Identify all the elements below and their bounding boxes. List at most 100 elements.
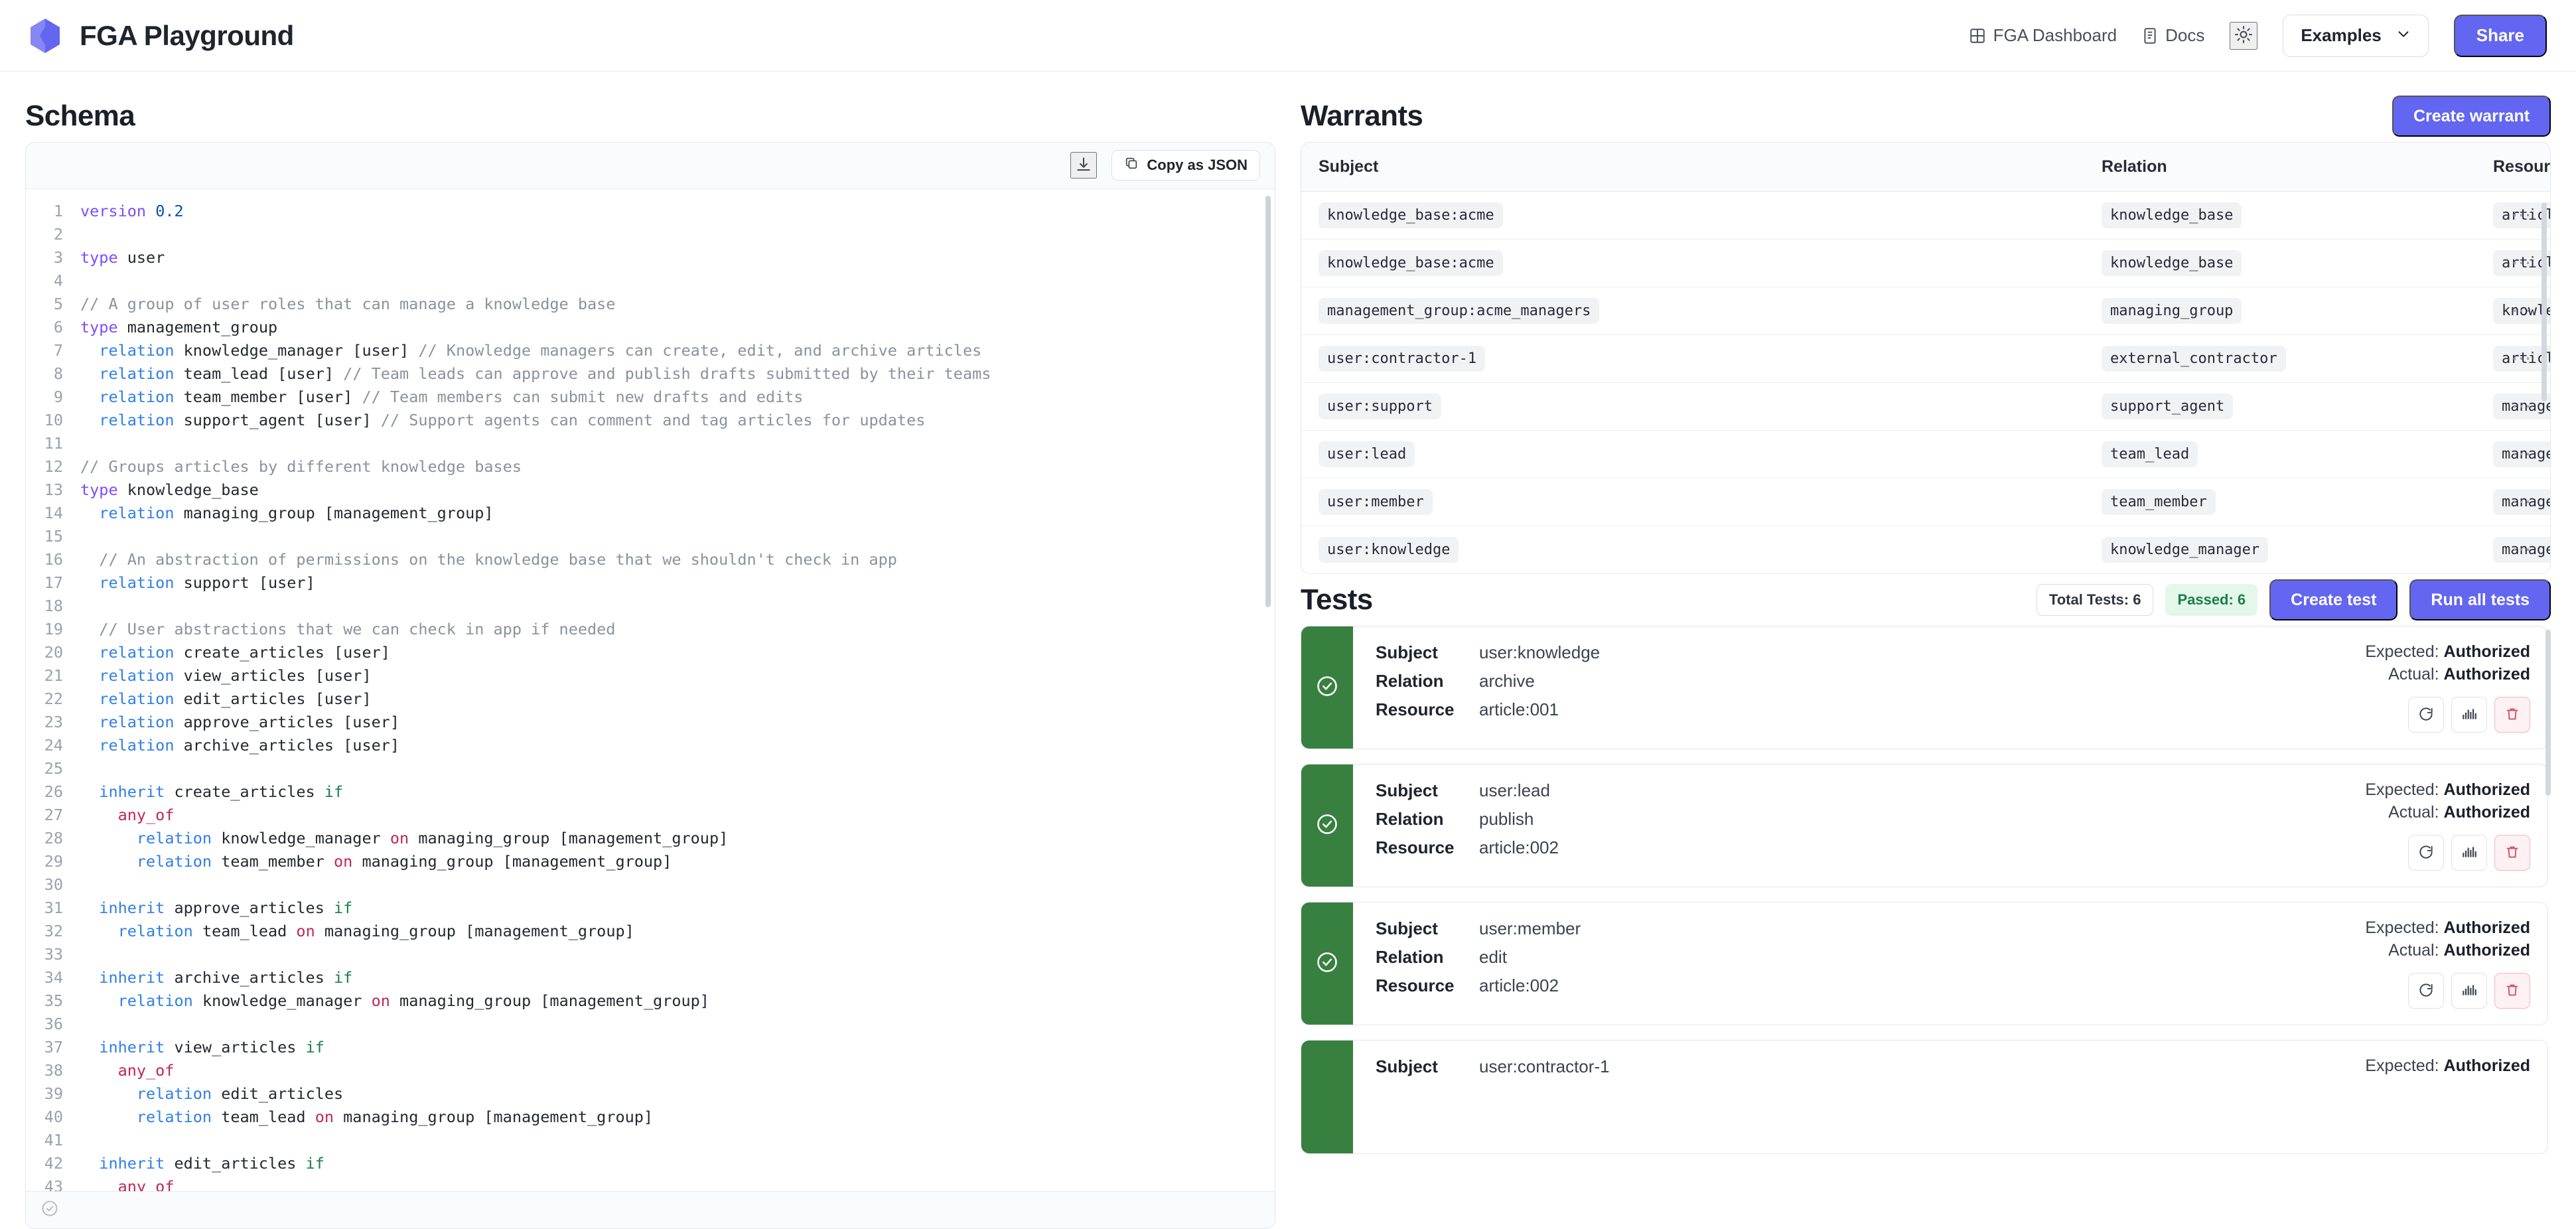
code-line: 26 inherit create_articles if	[26, 780, 1275, 804]
line-number: 40	[44, 1107, 63, 1126]
test-status-bar	[1301, 903, 1353, 1025]
warrant-cell-subject: user:contractor-1	[1301, 334, 2084, 383]
view-graph-button[interactable]	[2451, 973, 2488, 1009]
docs-link[interactable]: Docs	[2142, 25, 2204, 46]
value-pill: management_group:acme_managers	[1319, 298, 1600, 324]
table-row[interactable]: user:knowledgeknowledge_managermanagemen…	[1301, 526, 2551, 574]
line-number: 7	[53, 340, 63, 360]
line-number: 28	[44, 828, 63, 847]
schema-code-area[interactable]: 1 version 0.2 2 3 type user 4 5 // A group of…	[26, 188, 1275, 1191]
test-card[interactable]: Subject user:member Relation edit Resource ar…	[1301, 902, 2549, 1025]
code-line-content	[80, 1129, 90, 1152]
code-line-content	[80, 873, 90, 897]
code-line-content	[80, 223, 90, 246]
rerun-test-button[interactable]	[2408, 697, 2445, 733]
view-graph-button[interactable]	[2451, 697, 2488, 733]
schema-editor[interactable]: Copy as JSON 1 version 0.2 2 3 type user 4 5…	[25, 141, 1275, 1229]
tests-scrollbar[interactable]	[2545, 630, 2551, 796]
tests-header: Tests Total Tests: 6 Passed: 6 Create te…	[1301, 574, 2551, 626]
test-card-body: Subject user:member Relation edit Resource ar…	[1353, 903, 2547, 1025]
line-number: 16	[44, 549, 63, 569]
code-line: 16 // An abstraction of permissions on t…	[26, 548, 1275, 571]
warrants-scrollbar[interactable]	[2541, 202, 2547, 401]
expected-result: Expected: Authorized	[2365, 1056, 2530, 1076]
code-line-content	[80, 525, 90, 548]
table-row[interactable]: knowledge_base:acmeknowledge_basearticle…	[1301, 191, 2551, 240]
delete-test-button[interactable]	[2494, 973, 2531, 1009]
actual-result: Actual: Authorized	[2388, 665, 2530, 684]
top-bar: FGA Playground FGA Dashboard Docs Exampl…	[0, 0, 2576, 72]
trash-icon	[2504, 844, 2520, 862]
test-result-panel: Expected: Authorized	[2365, 1056, 2530, 1137]
warrants-header-row: Subject Relation Resource	[1301, 143, 2551, 192]
table-row[interactable]: user:supportsupport_agentmanagement_grou…	[1301, 382, 2551, 431]
rerun-test-button[interactable]	[2408, 835, 2445, 871]
create-test-label: Create test	[2291, 590, 2377, 609]
run-all-tests-button[interactable]: Run all tests	[2409, 579, 2551, 620]
examples-dropdown[interactable]: Examples	[2283, 14, 2429, 57]
create-test-button[interactable]: Create test	[2269, 579, 2398, 620]
line-number: 4	[53, 271, 63, 290]
table-row[interactable]: user:memberteam_membermanagement_group:a…	[1301, 478, 2551, 526]
actual-value: Authorized	[2443, 665, 2531, 684]
download-schema-button[interactable]	[1070, 152, 1098, 179]
test-card[interactable]: Subject user:knowledge Relation archive Reso…	[1301, 626, 2549, 749]
delete-test-button[interactable]	[2494, 835, 2531, 871]
check-circle-icon	[1315, 674, 1339, 701]
line-number: 8	[53, 364, 63, 383]
code-line-content: relation knowledge_manager on managing_g…	[136, 828, 729, 847]
test-field-value: user:member	[1479, 918, 1581, 938]
test-field-label: Subject	[1376, 642, 1438, 662]
code-line-content: relation team_lead [user] // Team leads …	[99, 364, 991, 383]
table-row[interactable]: management_group:acme_managers managing_g…	[1301, 287, 2551, 335]
app-title: FGA Playground	[80, 19, 294, 51]
value-pill: user:knowledge	[1319, 537, 1459, 563]
actual-value: Authorized	[2443, 803, 2531, 822]
value-pill: knowledge_base	[2102, 250, 2242, 276]
expected-label: Expected:	[2365, 780, 2439, 799]
test-fields: Subject user:contractor-1	[1376, 1056, 2365, 1137]
theme-toggle-button[interactable]	[2230, 21, 2258, 50]
fga-dashboard-link[interactable]: FGA Dashboard	[1969, 25, 2117, 46]
code-line: 30	[26, 873, 1275, 897]
table-row[interactable]: knowledge_base:acmeknowledge_basearticle…	[1301, 239, 2551, 287]
view-graph-button[interactable]	[2451, 835, 2488, 871]
schema-status-bar	[26, 1191, 1275, 1228]
copy-as-json-button[interactable]: Copy as JSON	[1111, 150, 1260, 181]
code-line: 3 type user	[26, 246, 1275, 269]
code-line-content	[80, 757, 90, 780]
line-number: 11	[44, 433, 63, 453]
expected-value: Authorized	[2443, 642, 2531, 661]
brand[interactable]: FGA Playground	[25, 16, 294, 56]
test-field-value: archive	[1479, 671, 1535, 691]
create-warrant-button[interactable]: Create warrant	[2392, 96, 2551, 137]
tests-list[interactable]: Subject user:knowledge Relation archive Reso…	[1301, 626, 2551, 1229]
warrant-cell-subject: user:support	[1301, 382, 2084, 431]
column-header-subject: Subject	[1301, 143, 2084, 192]
line-number: 19	[44, 619, 63, 638]
fga-logo-icon	[25, 16, 65, 56]
schema-scrollbar[interactable]	[1265, 195, 1271, 607]
warrant-cell-subject: user:lead	[1301, 430, 2084, 478]
share-button[interactable]: Share	[2453, 14, 2547, 57]
right-pane: Warrants Create warrant Subject Relation…	[1301, 72, 2576, 1229]
bar-chart-icon	[2461, 843, 2478, 863]
line-number: 36	[44, 1014, 63, 1033]
test-card[interactable]: Subject user:lead Relation publish Resource a…	[1301, 764, 2549, 887]
table-row[interactable]: user:leadteam_leadmanagement_group:acme_…	[1301, 430, 2551, 478]
actual-label: Actual:	[2388, 665, 2439, 684]
value-pill: knowledge_base:acme	[1319, 250, 1503, 276]
test-field-label: Relation	[1376, 809, 1444, 829]
line-number: 15	[44, 526, 63, 545]
table-row[interactable]: user:contractor-1 external_contractor arti…	[1301, 334, 2551, 383]
rerun-test-button[interactable]	[2408, 973, 2445, 1009]
test-field-value: user:contractor-1	[1479, 1056, 1610, 1076]
code-line-content: any_of	[117, 1060, 175, 1080]
delete-test-button[interactable]	[2494, 697, 2531, 733]
tests-title: Tests	[1301, 583, 1373, 616]
expected-value: Authorized	[2443, 1056, 2531, 1075]
test-card[interactable]: Subject user:contractor-1 Expected: Author…	[1301, 1040, 2549, 1154]
code-line: 25	[26, 757, 1275, 780]
test-card-body: Subject user:knowledge Relation archive Reso…	[1353, 626, 2547, 749]
column-header-relation: Relation	[2084, 143, 2476, 192]
